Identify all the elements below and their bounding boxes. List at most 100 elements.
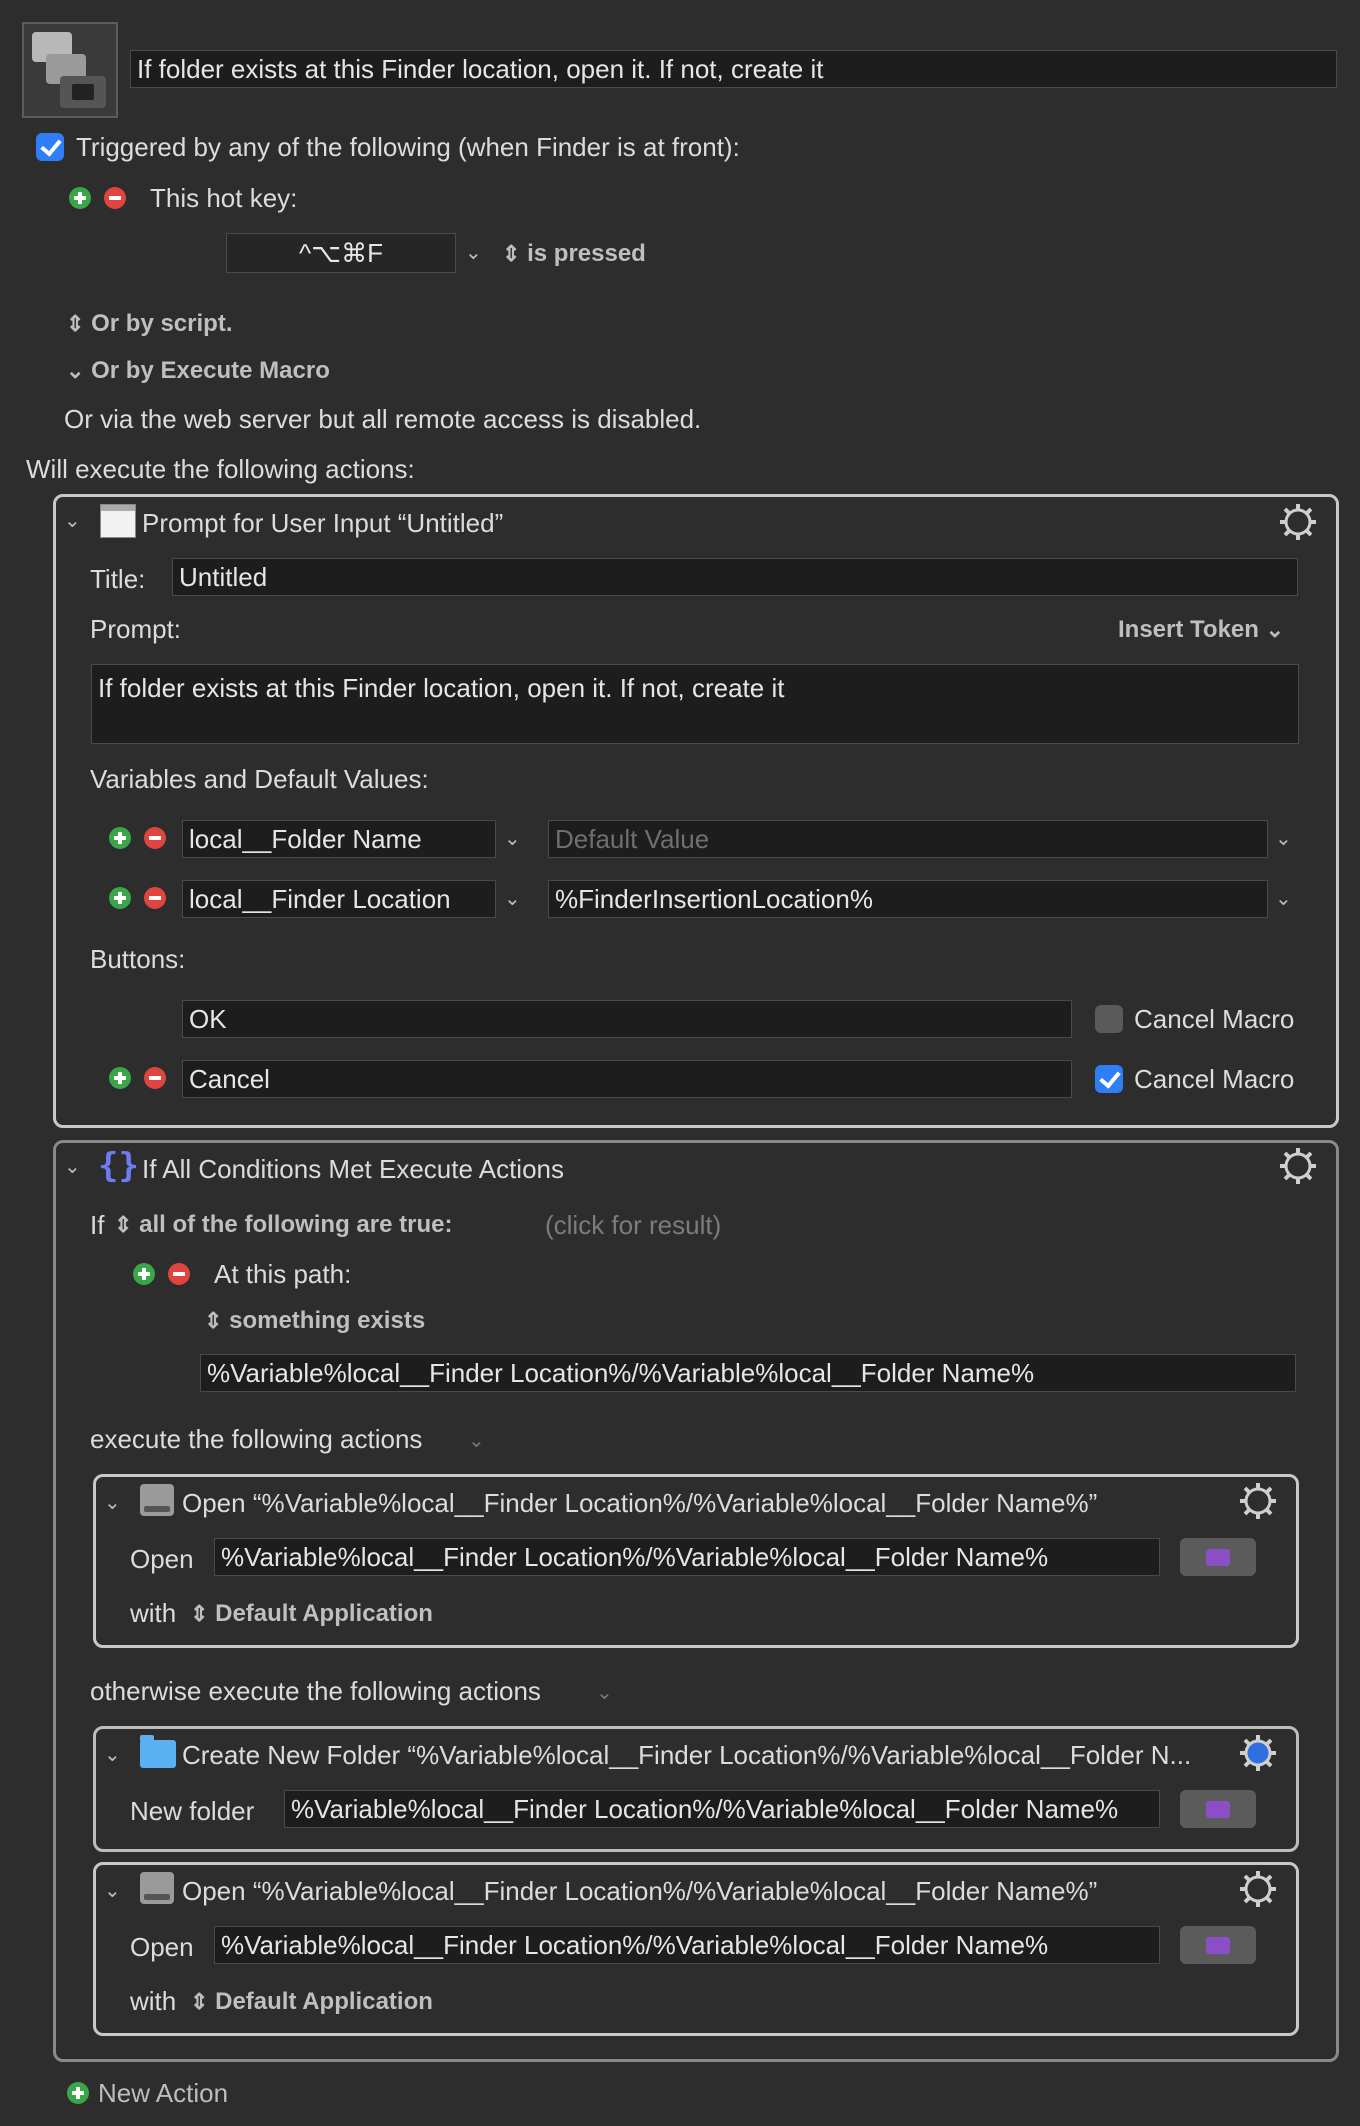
web-server-note: Or via the web server but all remote acc…	[64, 404, 702, 434]
updown-icon: ⇕	[190, 1989, 209, 2014]
variable-name-field[interactable]: local__Finder Location	[182, 880, 496, 918]
chevron-down-icon[interactable]: ⌄	[1275, 886, 1292, 911]
collapse-chevron-icon[interactable]: ⌄	[104, 1878, 121, 1903]
open-path-field[interactable]: %Variable%local__Finder Location%/%Varia…	[214, 1926, 1160, 1964]
collapse-chevron-icon[interactable]: ⌄	[64, 508, 81, 533]
macro-icon[interactable]	[22, 22, 118, 118]
updown-icon: ⇕	[502, 241, 521, 266]
open-action-header[interactable]: Open “%Variable%local__Finder Location%/…	[182, 1876, 1097, 1907]
or-by-script-toggle[interactable]: ⇕ Or by script.	[66, 310, 232, 338]
button-label-field[interactable]: Cancel	[182, 1060, 1072, 1098]
gear-icon[interactable]	[1238, 1869, 1278, 1909]
chevron-down-icon: ⌄	[66, 358, 85, 383]
gear-icon[interactable]	[1238, 1733, 1278, 1773]
variable-default-field[interactable]: Default Value	[548, 820, 1268, 858]
chevron-down-icon[interactable]: ⌄	[1275, 826, 1292, 851]
updown-icon: ⇕	[190, 1601, 209, 1626]
remove-variable-button[interactable]	[144, 827, 166, 849]
or-by-execute-label: Or by Execute Macro	[91, 357, 330, 384]
choose-folder-button[interactable]	[1180, 1926, 1256, 1964]
chevron-down-icon[interactable]: ⌄	[596, 1680, 613, 1705]
cancel-macro-label: Cancel Macro	[1134, 1064, 1295, 1094]
or-by-execute-toggle[interactable]: ⌄ Or by Execute Macro	[66, 357, 330, 385]
gear-icon[interactable]	[1278, 502, 1318, 542]
chevron-down-icon: ⌄	[1265, 617, 1285, 642]
add-condition-button[interactable]	[133, 1263, 155, 1285]
open-path-field[interactable]: %Variable%local__Finder Location%/%Varia…	[214, 1538, 1160, 1576]
collapse-chevron-icon[interactable]: ⌄	[104, 1742, 121, 1767]
cancel-macro-checkbox[interactable]	[1095, 1005, 1123, 1033]
gear-icon[interactable]	[1278, 1146, 1318, 1186]
trigger-checkbox[interactable]	[36, 133, 64, 161]
condition-mode-popup[interactable]: ⇕ all of the following are true:	[114, 1211, 452, 1239]
chevron-down-icon[interactable]: ⌄	[504, 886, 521, 911]
application-popup[interactable]: ⇕ Default Application	[190, 1988, 433, 2016]
folder-icon	[140, 1735, 176, 1768]
hotkey-label: This hot key:	[150, 183, 298, 213]
title-field[interactable]: Untitled	[172, 558, 1298, 596]
click-for-result[interactable]: (click for result)	[545, 1210, 721, 1241]
disk-icon	[140, 1484, 174, 1516]
add-trigger-button[interactable]	[69, 187, 91, 209]
hotkey-condition-label: is pressed	[527, 240, 646, 267]
new-action-button[interactable]: New Action	[98, 2078, 228, 2109]
updown-icon: ⇕	[204, 1308, 223, 1333]
new-action-plus-icon[interactable]	[67, 2082, 89, 2104]
trigger-label: Triggered by any of the following (when …	[76, 132, 740, 162]
or-by-script-label: Or by script.	[91, 310, 233, 337]
condition-mode-label: all of the following are true:	[139, 1211, 453, 1238]
cancel-macro-label: Cancel Macro	[1134, 1004, 1295, 1034]
prompt-textarea[interactable]: If folder exists at this Finder location…	[91, 664, 1299, 744]
at-path-label: At this path:	[214, 1259, 352, 1289]
hotkey-dropdown-chevron-icon[interactable]: ⌄	[465, 240, 482, 265]
open-label: Open	[130, 1932, 194, 1962]
new-folder-path-field[interactable]: %Variable%local__Finder Location%/%Varia…	[284, 1790, 1160, 1828]
application-label: Default Application	[215, 1600, 433, 1627]
collapse-chevron-icon[interactable]: ⌄	[104, 1490, 121, 1515]
if-action-header[interactable]: If All Conditions Met Execute Actions	[142, 1154, 564, 1185]
application-popup[interactable]: ⇕ Default Application	[190, 1600, 433, 1628]
gear-icon[interactable]	[1238, 1481, 1278, 1521]
disk-icon	[140, 1872, 174, 1904]
open-action-header[interactable]: Open “%Variable%local__Finder Location%/…	[182, 1488, 1097, 1519]
macro-name-field[interactable]: If folder exists at this Finder location…	[130, 50, 1337, 88]
cancel-macro-checkbox[interactable]	[1095, 1065, 1123, 1093]
remove-button-button[interactable]	[144, 1067, 166, 1089]
buttons-label: Buttons:	[90, 944, 186, 974]
with-label: with	[130, 1986, 177, 2016]
insert-token-menu[interactable]: Insert Token ⌄	[1118, 616, 1284, 644]
chevron-down-icon[interactable]: ⌄	[468, 1428, 485, 1453]
hotkey-field[interactable]: ^⌥⌘F	[226, 233, 456, 273]
window-icon	[100, 504, 136, 538]
add-variable-button[interactable]	[109, 827, 131, 849]
exists-popup[interactable]: ⇕ something exists	[204, 1307, 425, 1335]
remove-condition-button[interactable]	[168, 1263, 190, 1285]
open-label: Open	[130, 1544, 194, 1574]
button-label-field[interactable]: OK	[182, 1000, 1072, 1038]
variables-label: Variables and Default Values:	[90, 764, 429, 794]
if-word: If	[90, 1210, 105, 1240]
title-label: Title:	[90, 564, 146, 594]
with-label: with	[130, 1598, 177, 1628]
collapse-chevron-icon[interactable]: ⌄	[64, 1154, 81, 1179]
remove-variable-button[interactable]	[144, 887, 166, 909]
otherwise-label: otherwise execute the following actions	[90, 1676, 541, 1706]
variable-name-field[interactable]: local__Folder Name	[182, 820, 496, 858]
actions-heading: Will execute the following actions:	[26, 454, 415, 484]
create-folder-header[interactable]: Create New Folder “%Variable%local__Find…	[182, 1740, 1191, 1771]
choose-folder-button[interactable]	[1180, 1538, 1256, 1576]
prompt-label: Prompt:	[90, 614, 182, 644]
prompt-action-header[interactable]: Prompt for User Input “Untitled”	[142, 508, 503, 539]
add-button-button[interactable]	[109, 1067, 131, 1089]
new-folder-label: New folder	[130, 1796, 255, 1826]
choose-folder-button[interactable]	[1180, 1790, 1256, 1828]
variable-default-field[interactable]: %FinderInsertionLocation%	[548, 880, 1268, 918]
updown-icon: ⇕	[114, 1212, 133, 1237]
hotkey-condition-popup[interactable]: ⇕ is pressed	[502, 240, 646, 268]
add-variable-button[interactable]	[109, 887, 131, 909]
updown-icon: ⇕	[66, 311, 85, 336]
chevron-down-icon[interactable]: ⌄	[504, 826, 521, 851]
condition-path-field[interactable]: %Variable%local__Finder Location%/%Varia…	[200, 1354, 1296, 1392]
remove-trigger-button[interactable]	[104, 187, 126, 209]
braces-icon: {}	[98, 1146, 139, 1186]
